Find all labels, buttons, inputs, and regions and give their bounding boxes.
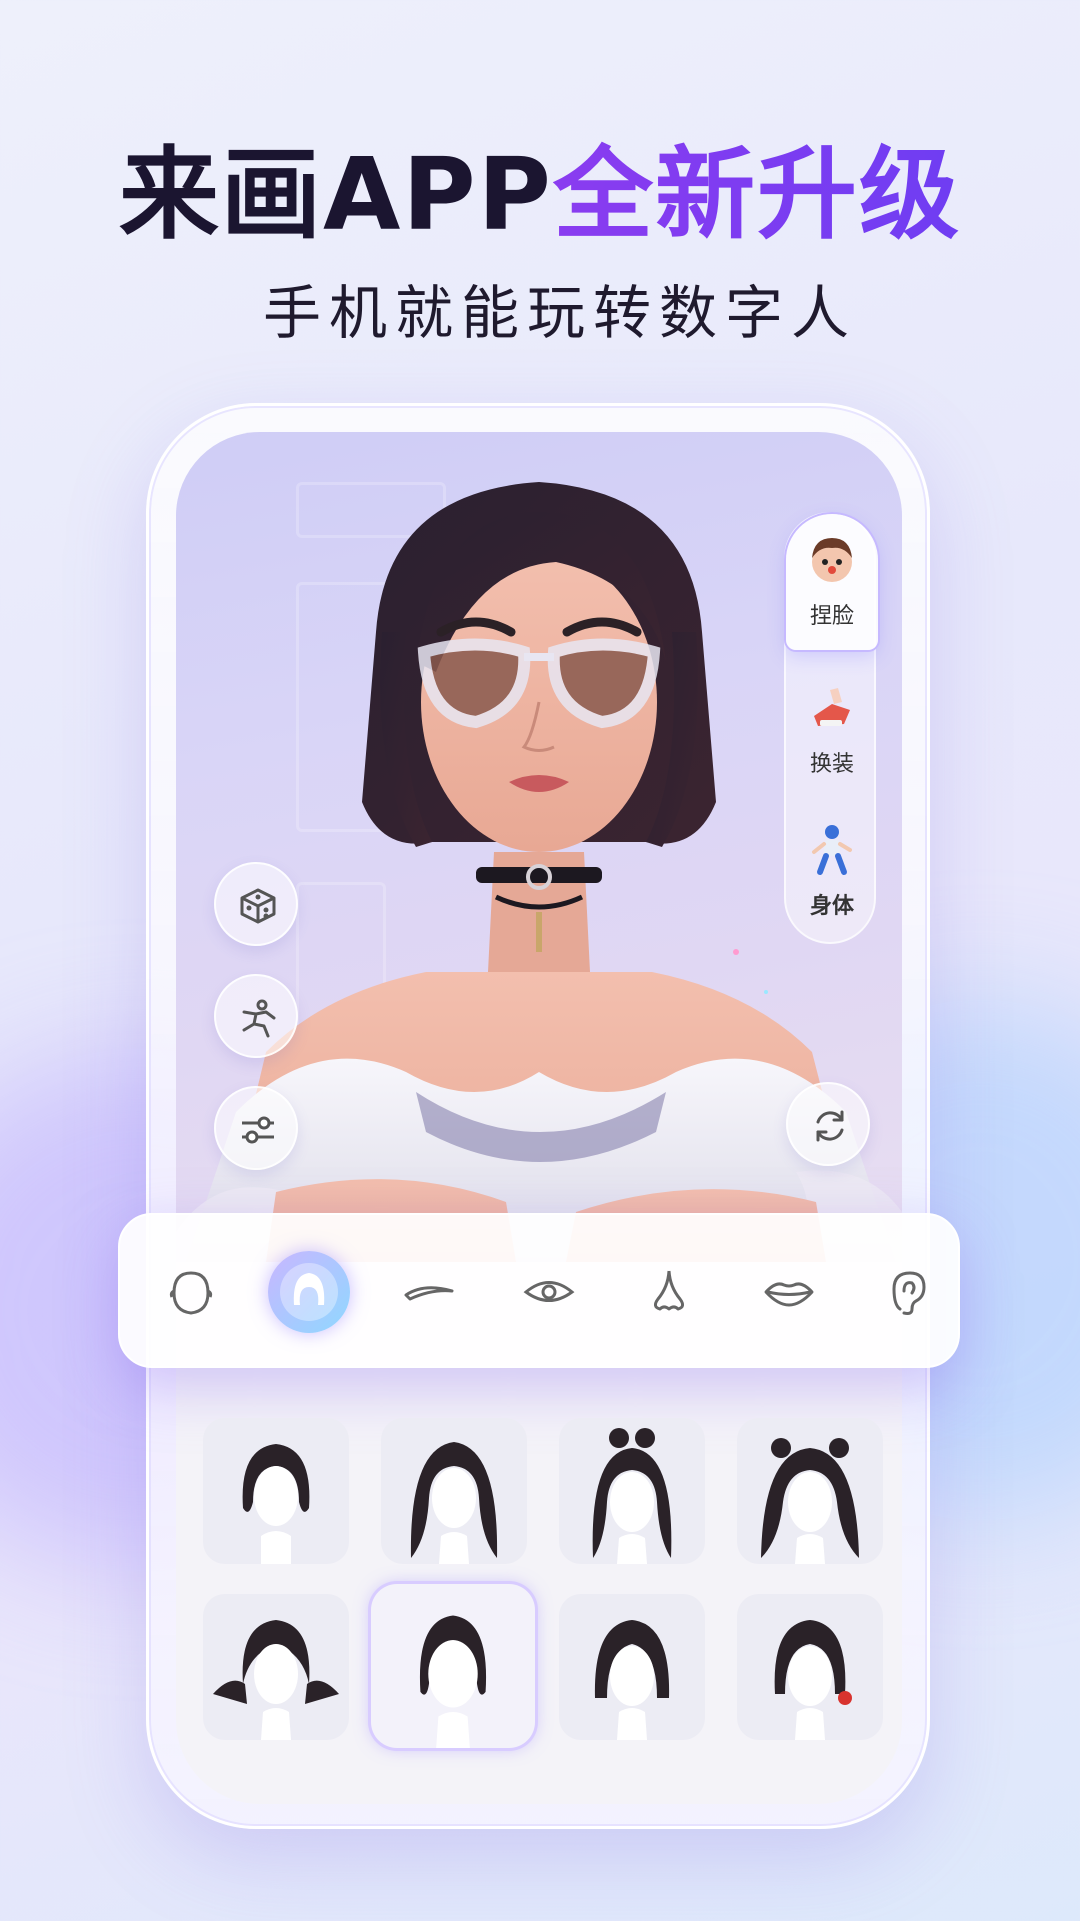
tab-label: 捏脸 xyxy=(809,604,854,629)
hair-option-selected[interactable] xyxy=(371,1584,535,1748)
hair-option[interactable] xyxy=(381,1418,527,1564)
pose-button[interactable] xyxy=(214,974,298,1058)
hair-icon xyxy=(280,1263,338,1321)
adjust-sliders-button[interactable] xyxy=(214,1086,298,1170)
body-icon xyxy=(812,825,852,875)
mode-tabs: 捏脸 换装 身体 xyxy=(784,512,878,944)
lips-icon xyxy=(764,1282,814,1307)
hair-style-preview xyxy=(213,1620,339,1740)
hair-style-preview xyxy=(410,1442,498,1564)
hair-style-preview xyxy=(419,1615,487,1748)
avatar-stage: 捏脸 换装 身体 xyxy=(176,432,902,1262)
hair-style-preview xyxy=(594,1620,670,1740)
headline-upgrade: 全新升级 xyxy=(552,136,961,253)
dice-random-icon xyxy=(240,888,276,924)
hair-style-preview xyxy=(592,1428,672,1564)
feature-ear[interactable] xyxy=(872,1255,946,1329)
feature-hair[interactable] xyxy=(268,1251,350,1333)
eye-icon xyxy=(523,1281,575,1302)
eyebrow-icon xyxy=(404,1286,454,1301)
feature-lips[interactable] xyxy=(752,1255,826,1329)
face-sculpt-icon xyxy=(812,538,852,582)
rotate-refresh-icon xyxy=(816,1110,844,1142)
hair-option[interactable] xyxy=(203,1418,349,1564)
facial-feature-bar xyxy=(118,1213,960,1368)
sliders-adjust-icon xyxy=(242,1116,274,1144)
hair-option[interactable] xyxy=(737,1594,883,1740)
feature-face-shape[interactable] xyxy=(154,1255,228,1329)
pose-icon xyxy=(242,999,276,1038)
face-shape-icon xyxy=(169,1271,213,1315)
rotate-button[interactable] xyxy=(786,1082,870,1166)
hair-option[interactable] xyxy=(559,1594,705,1740)
feature-eyebrow[interactable] xyxy=(392,1255,466,1329)
ear-icon xyxy=(892,1271,926,1315)
nose-icon xyxy=(653,1270,685,1311)
tab-face-sculpt[interactable]: 捏脸 xyxy=(786,514,878,650)
subheadline: 手机就能玩转数字人 xyxy=(262,279,857,347)
hair-style-grid xyxy=(203,1418,883,1748)
hair-style-preview xyxy=(761,1438,859,1564)
hair-style-preview xyxy=(242,1444,310,1564)
tab-body[interactable]: 身体 xyxy=(786,804,878,940)
tab-outfit[interactable]: 换装 xyxy=(786,662,878,798)
hair-style-preview xyxy=(774,1620,852,1740)
headline-app-name: 来画APP xyxy=(119,136,553,253)
hair-option[interactable] xyxy=(559,1418,705,1564)
hair-option[interactable] xyxy=(203,1594,349,1740)
hair-option[interactable] xyxy=(737,1418,883,1564)
tab-label: 身体 xyxy=(809,894,854,919)
feature-nose[interactable] xyxy=(632,1255,706,1329)
feature-eye[interactable] xyxy=(512,1255,586,1329)
tab-label: 换装 xyxy=(809,752,854,777)
headline: 来画APP全新升级 xyxy=(0,140,1080,250)
outfit-icon xyxy=(814,688,850,726)
random-dice-button[interactable] xyxy=(214,862,298,946)
